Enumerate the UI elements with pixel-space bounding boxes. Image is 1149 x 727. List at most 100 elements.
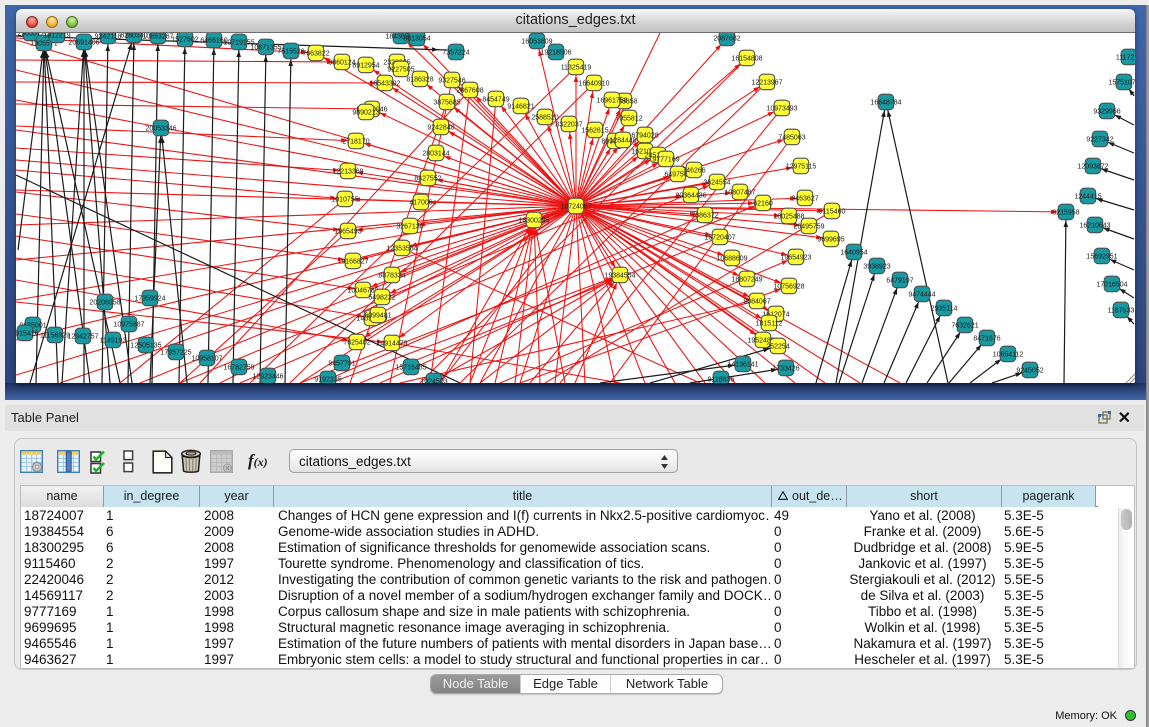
svg-text:9084067: 9084067 (743, 299, 770, 306)
svg-text:3938923: 3938923 (863, 264, 890, 271)
svg-text:9227505: 9227505 (387, 67, 414, 74)
svg-text:8215958: 8215958 (1052, 210, 1079, 217)
svg-text:10975887: 10975887 (113, 322, 144, 329)
svg-text:12923446: 12923446 (252, 374, 283, 381)
svg-text:11325419: 11325419 (561, 65, 592, 72)
svg-text:1640954: 1640954 (840, 250, 867, 257)
svg-text:8186328: 8186328 (406, 77, 433, 84)
svg-text:1965493: 1965493 (334, 229, 361, 236)
svg-text:18300295: 18300295 (518, 218, 549, 225)
svg-text:1167533: 1167533 (1108, 308, 1135, 315)
svg-text:20364436: 20364436 (675, 193, 706, 200)
svg-text:7485063: 7485063 (778, 135, 805, 142)
svg-text:9474444: 9474444 (908, 292, 935, 299)
svg-text:16543392: 16543392 (369, 81, 400, 88)
svg-text:11156829: 11156829 (40, 333, 70, 340)
svg-text:1733426: 1733426 (772, 366, 799, 373)
svg-text:16053809: 16053809 (521, 39, 552, 46)
svg-text:2087682: 2087682 (713, 36, 740, 43)
svg-text:9242848: 9242848 (427, 125, 454, 132)
svg-text:20053346: 20053346 (145, 126, 176, 133)
svg-text:16782759: 16782759 (223, 365, 254, 372)
svg-text:9146821: 9146821 (507, 104, 534, 111)
svg-text:2588520: 2588520 (531, 115, 558, 122)
svg-text:14136141: 14136141 (727, 362, 758, 369)
svg-text:15720407: 15720407 (704, 235, 735, 242)
svg-text:12975115: 12975115 (786, 164, 817, 171)
svg-text:2867608: 2867608 (456, 88, 483, 95)
svg-text:8427552: 8427552 (414, 176, 441, 183)
svg-text:9329966: 9329966 (1093, 109, 1120, 116)
svg-text:15751074: 15751074 (1108, 80, 1135, 87)
svg-text:7515526: 7515526 (277, 49, 304, 56)
svg-text:19166827: 19166827 (337, 259, 368, 266)
svg-text:1562615: 1562615 (581, 128, 608, 135)
svg-text:2803144: 2803144 (422, 151, 449, 158)
svg-text:10688609: 10688609 (716, 256, 747, 263)
svg-text:10958107: 10958107 (191, 356, 222, 363)
svg-text:1117271: 1117271 (1116, 55, 1135, 62)
svg-text:20691406: 20691406 (68, 40, 99, 47)
svg-text:6479197: 6479197 (886, 278, 913, 285)
svg-text:1010755: 1010755 (331, 197, 358, 204)
svg-text:1145193: 1145193 (100, 338, 127, 345)
svg-text:9227342: 9227342 (1086, 137, 1113, 144)
svg-text:15692951: 15692951 (1086, 254, 1117, 261)
svg-text:18807249: 18807249 (731, 277, 762, 284)
svg-text:252254: 252254 (766, 344, 789, 351)
svg-text:16640910: 16640910 (578, 81, 609, 88)
svg-text:16648784: 16648784 (870, 100, 901, 107)
svg-text:5498222: 5498222 (368, 295, 395, 302)
svg-text:8471676: 8471676 (973, 336, 1000, 343)
svg-text:20206558: 20206558 (89, 300, 120, 307)
svg-text:9463627: 9463627 (791, 196, 818, 203)
svg-text:10807487: 10807487 (724, 190, 755, 197)
svg-text:9192335: 9192335 (314, 377, 341, 384)
svg-text:10654112: 10654112 (993, 352, 1024, 359)
svg-text:9245052: 9245052 (1016, 368, 1043, 375)
svg-text:7357224: 7357224 (442, 50, 469, 57)
svg-text:17957225: 17957225 (160, 350, 191, 357)
svg-text:1244415: 1244415 (1074, 194, 1101, 201)
svg-text:16154808: 16154808 (731, 56, 762, 63)
svg-text:19218506: 19218506 (540, 50, 571, 57)
svg-text:3624554: 3624554 (703, 180, 730, 187)
svg-text:62160: 62160 (753, 201, 773, 208)
svg-text:1527602: 1527602 (171, 37, 198, 44)
svg-text:9342118: 9342118 (95, 34, 122, 41)
svg-text:7955812: 7955812 (615, 116, 642, 123)
svg-text:746266: 746266 (682, 168, 705, 175)
svg-text:14914479: 14914479 (376, 341, 407, 348)
svg-text:19654923: 19654923 (780, 255, 811, 262)
svg-text:1812219: 1812219 (43, 33, 70, 40)
svg-text:6099481: 6099481 (364, 313, 391, 320)
svg-text:10025488: 10025488 (773, 214, 804, 221)
svg-text:16210643: 16210643 (1079, 223, 1110, 230)
svg-text:417006: 417006 (409, 200, 432, 207)
svg-text:7663822: 7663822 (302, 51, 329, 58)
svg-text:17016504: 17016504 (1096, 282, 1127, 289)
svg-text:19384554: 19384554 (604, 273, 635, 280)
svg-text:9777169: 9777169 (652, 157, 679, 164)
svg-text:8912954: 8912954 (352, 63, 379, 70)
svg-text:1024503: 1024503 (420, 379, 447, 384)
svg-text:17359924: 17359924 (134, 296, 165, 303)
svg-text:9699695: 9699695 (817, 237, 844, 244)
svg-text:8322037: 8322037 (555, 122, 582, 129)
svg-text:10756928: 10756928 (773, 284, 804, 291)
svg-text:7386372: 7386372 (691, 213, 718, 220)
svg-text:15716485: 15716485 (395, 365, 426, 372)
svg-text:10973493: 10973493 (766, 106, 797, 113)
svg-text:7625402: 7625402 (343, 340, 370, 347)
svg-text:12505135: 12505135 (130, 343, 161, 350)
svg-text:16961758: 16961758 (596, 98, 627, 105)
svg-text:12213967: 12213967 (751, 80, 782, 87)
svg-text:6794028: 6794028 (631, 133, 658, 140)
svg-text:10653267: 10653267 (142, 34, 173, 41)
svg-text:2718170: 2718170 (342, 139, 369, 146)
svg-text:7632621: 7632621 (951, 323, 978, 330)
svg-text:9890213: 9890213 (352, 110, 379, 117)
svg-text:3267130: 3267130 (396, 224, 423, 231)
svg-text:26495759: 26495759 (793, 224, 824, 231)
svg-text:9327546: 9327546 (438, 78, 465, 85)
